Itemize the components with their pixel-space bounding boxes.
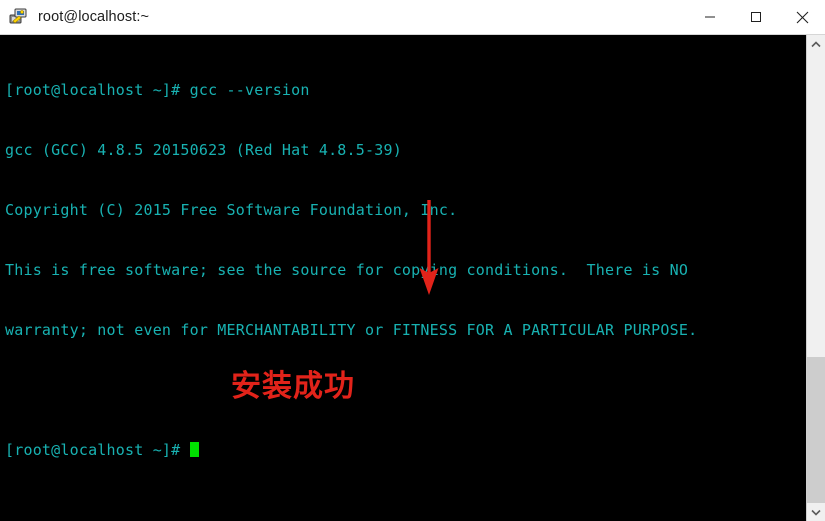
minimize-icon (705, 16, 715, 18)
terminal-prompt-line: [root@localhost ~]# (5, 440, 697, 460)
putty-terminal-icon (9, 7, 29, 27)
minimize-button[interactable] (687, 0, 733, 34)
terminal-line: warranty; not even for MERCHANTABILITY o… (5, 321, 698, 339)
scrollbar-up-button[interactable] (807, 35, 825, 53)
terminal-line: [root@localhost ~]# gcc --version (5, 81, 310, 99)
terminal-output: [root@localhost ~]# gcc --version gcc (G… (5, 40, 697, 500)
maximize-icon (751, 12, 761, 22)
vertical-scrollbar[interactable] (806, 35, 825, 521)
terminal-line: Copyright (C) 2015 Free Software Foundat… (5, 201, 458, 219)
terminal-prompt: [root@localhost ~]# (5, 441, 190, 459)
window-titlebar[interactable]: root@localhost:~ (0, 0, 825, 35)
terminal-line: gcc (GCC) 4.8.5 20150623 (Red Hat 4.8.5-… (5, 141, 402, 159)
putty-terminal-window: root@localhost:~ [root@localhost ~]# gcc… (0, 0, 825, 521)
red-down-arrow-icon (414, 200, 444, 296)
scrollbar-track[interactable] (807, 53, 825, 357)
chevron-down-icon (811, 509, 821, 516)
window-title: root@localhost:~ (38, 9, 150, 25)
window-controls (687, 0, 825, 34)
scrollbar-down-button[interactable] (807, 503, 825, 521)
annotation-label: 安装成功 (231, 369, 355, 404)
terminal-line: This is free software; see the source fo… (5, 261, 689, 279)
maximize-button[interactable] (733, 0, 779, 34)
titlebar-left-group: root@localhost:~ (0, 7, 687, 27)
terminal-screen[interactable]: [root@localhost ~]# gcc --version gcc (G… (0, 35, 825, 521)
terminal-cursor (189, 442, 199, 457)
scrollbar-thumb[interactable] (807, 357, 825, 503)
close-button[interactable] (779, 0, 825, 34)
chevron-up-icon (811, 40, 821, 47)
close-icon (796, 11, 808, 23)
